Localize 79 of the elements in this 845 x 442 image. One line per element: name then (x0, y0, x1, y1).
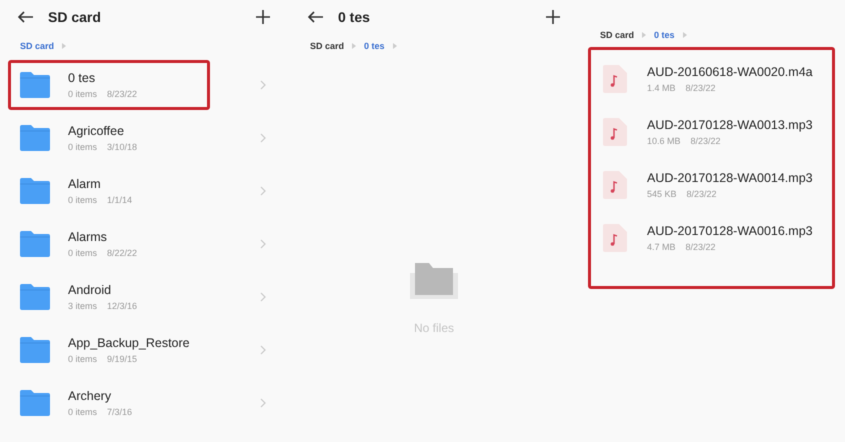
folder-icon (20, 284, 50, 310)
item-date: 8/23/22 (686, 83, 716, 93)
file-name: AUD-20170128-WA0014.mp3 (647, 171, 814, 185)
chevron-right-icon (260, 239, 266, 249)
file-name: Archery (68, 389, 112, 403)
file-name: AUD-20160618-WA0020.m4a (647, 65, 814, 79)
item-date: 8/23/22 (107, 89, 138, 99)
file-name: Alarms (68, 230, 108, 244)
file-row[interactable]: AUD-20170128-WA0016.mp3 4.7 MB 8/23/22 (591, 213, 832, 263)
breadcrumb-item[interactable]: SD card (600, 30, 634, 40)
file-name: Android (68, 283, 112, 297)
item-date: 1/1/14 (107, 195, 132, 205)
file-row[interactable]: AUD-20170128-WA0013.mp3 10.6 MB 8/23/22 (591, 107, 832, 157)
chevron-icon (62, 43, 66, 49)
file-row[interactable]: AUD-20170128-WA0014.mp3 545 KB 8/23/22 (591, 160, 832, 210)
folder-icon (20, 72, 50, 98)
item-date: 8/22/22 (107, 248, 138, 258)
file-row[interactable]: AUD-20160618-WA0020.m4a 1.4 MB 8/23/22 (591, 54, 832, 104)
chevron-right-icon (260, 186, 266, 196)
file-name: Alarm (68, 177, 102, 191)
file-name: 0 tes (68, 71, 96, 85)
screen-title: SD card (48, 9, 102, 25)
item-size: 0 items (68, 195, 98, 205)
item-size: 0 items (68, 89, 98, 99)
item-date: 8/23/22 (690, 136, 721, 146)
item-size: 3 items (68, 301, 98, 311)
screen-title: 0 tes (338, 9, 371, 25)
breadcrumb-item[interactable]: SD card (310, 41, 344, 51)
item-size: 0 items (68, 248, 98, 258)
music-file-icon (603, 171, 627, 199)
chevron-right-icon (260, 80, 266, 90)
plus-icon[interactable] (546, 10, 560, 24)
file-row[interactable]: Alarm 0 items 1/1/14 (8, 166, 280, 216)
back-arrow-icon[interactable] (308, 11, 324, 23)
item-date: 9/19/15 (107, 354, 138, 364)
folder-icon (20, 231, 50, 257)
item-date: 12/3/16 (107, 301, 138, 311)
music-file-icon (603, 65, 627, 93)
chevron-icon (352, 43, 356, 49)
breadcrumb-item[interactable]: 0 tes (364, 41, 385, 51)
item-size: 0 items (68, 354, 98, 364)
chevron-icon (682, 32, 687, 38)
chevron-icon (392, 43, 397, 49)
file-name: AUD-20170128-WA0013.mp3 (647, 118, 814, 132)
back-arrow-icon[interactable] (18, 11, 34, 23)
item-size: 10.6 MB (647, 136, 681, 146)
folder-icon (20, 337, 50, 363)
chevron-right-icon (260, 292, 266, 302)
file-row[interactable]: 0 tes 0 items 8/23/22 (8, 60, 280, 110)
item-size: 1.4 MB (647, 83, 676, 93)
file-row[interactable]: App_Backup_Restore 0 items 9/19/15 (8, 325, 280, 375)
item-size: 0 items (68, 142, 98, 152)
folder-icon (20, 178, 50, 204)
folder-icon (410, 263, 458, 299)
item-date: 8/23/22 (686, 189, 717, 199)
chevron-right-icon (260, 398, 266, 408)
item-size: 4.7 MB (647, 242, 676, 252)
file-name: Agricoffee (68, 124, 126, 138)
file-row[interactable]: Android 3 items 12/3/16 (8, 272, 280, 322)
folder-icon (20, 125, 50, 151)
item-size: 0 items (68, 407, 98, 417)
file-row[interactable]: Agricoffee 0 items 3/10/18 (8, 113, 280, 163)
file-name: AUD-20170128-WA0016.mp3 (647, 224, 814, 238)
file-row[interactable]: Alarms 0 items 8/22/22 (8, 219, 280, 269)
item-date: 7/3/16 (107, 407, 132, 417)
item-date: 8/23/22 (686, 242, 716, 252)
chevron-right-icon (260, 345, 266, 355)
breadcrumb-item[interactable]: 0 tes (654, 30, 675, 40)
item-date: 3/10/18 (107, 142, 138, 152)
plus-icon[interactable] (256, 10, 270, 24)
folder-icon (20, 390, 50, 416)
file-row[interactable]: Archery 0 items 7/3/16 (8, 378, 280, 428)
file-name: App_Backup_Restore (68, 336, 191, 350)
breadcrumb-item[interactable]: SD card (20, 41, 54, 51)
chevron-icon (642, 32, 646, 38)
music-file-icon (603, 224, 627, 252)
chevron-right-icon (260, 133, 266, 143)
item-size: 545 KB (647, 189, 677, 199)
music-file-icon (603, 118, 627, 146)
